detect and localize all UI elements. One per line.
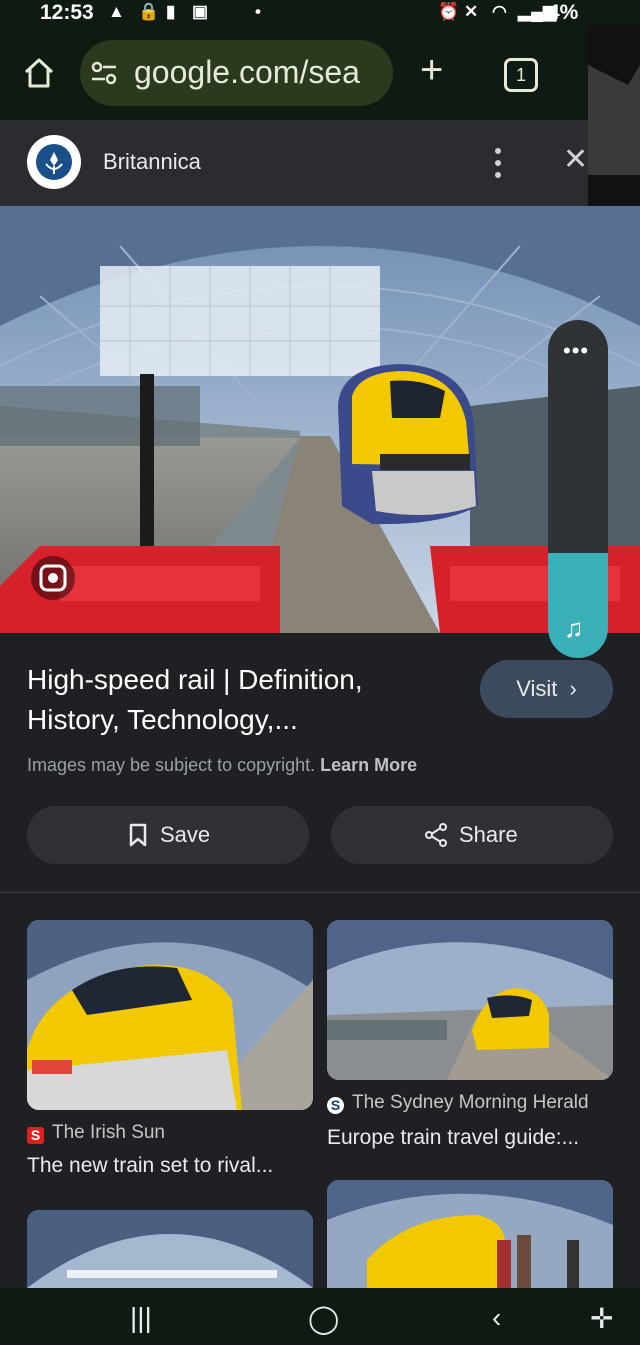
share-button[interactable]: Share xyxy=(331,806,613,864)
system-nav-bar: ||| ◯ ‹ ✛ xyxy=(0,1288,640,1345)
related-source: S The Sydney Morning Herald xyxy=(327,1092,589,1114)
figure-icon: ▮ xyxy=(166,2,176,21)
wifi-icon: ◠ xyxy=(492,2,507,21)
related-source-name: The Sydney Morning Herald xyxy=(352,1092,589,1113)
result-title[interactable]: High-speed rail | Definition, History, T… xyxy=(27,660,447,740)
related-image-card[interactable] xyxy=(27,1210,313,1288)
status-time: 12:53 xyxy=(40,1,94,24)
close-icon[interactable]: ✕ xyxy=(563,142,588,177)
new-tab-icon[interactable]: + xyxy=(420,50,443,90)
home-icon[interactable] xyxy=(22,56,56,90)
back-icon[interactable]: ‹ xyxy=(492,1302,501,1334)
result-image[interactable] xyxy=(0,206,640,633)
share-label: Share xyxy=(459,822,518,847)
related-image-card[interactable] xyxy=(327,1180,613,1288)
the-sun-logo-icon: S xyxy=(27,1127,44,1144)
related-image-card[interactable] xyxy=(27,920,313,1110)
volume-slider[interactable]: ••• ♫ xyxy=(548,320,608,658)
chevron-right-icon: › xyxy=(569,676,577,701)
music-note-icon: ♫ xyxy=(564,613,584,643)
visit-button[interactable]: Visit › xyxy=(480,660,613,718)
related-image-card[interactable] xyxy=(327,920,613,1080)
image-icon: ▣ xyxy=(192,2,209,21)
related-title[interactable]: The new train set to rival... xyxy=(27,1154,273,1178)
save-button[interactable]: Save xyxy=(27,806,309,864)
smh-logo-icon: S xyxy=(327,1097,344,1114)
britannica-logo xyxy=(27,135,81,189)
lens-search-icon[interactable] xyxy=(31,556,75,600)
tab-switcher-button[interactable]: 1 xyxy=(504,58,538,92)
source-header: Britannica ✕ xyxy=(0,120,640,206)
alarm-icon: ⏰ xyxy=(438,2,460,21)
lock-icon: 🔒 xyxy=(138,2,160,21)
recent-apps-icon[interactable]: ||| xyxy=(130,1302,152,1334)
volume-more-icon[interactable]: ••• xyxy=(563,338,589,364)
copyright-notice: Images may be subject to copyright. Lear… xyxy=(27,755,417,776)
bookmark-icon xyxy=(129,823,147,847)
alert-icon: ▲ xyxy=(108,2,125,21)
status-bar: 12:53 ▲ 🔒 ▮ ▣ • ⏰ ✕ ◠ ▂▄▆ 4% xyxy=(0,0,640,30)
dot-icon: • xyxy=(255,2,261,21)
related-source-name: The Irish Sun xyxy=(52,1122,165,1143)
accessibility-icon[interactable]: ✛ xyxy=(590,1302,613,1335)
copyright-text: Images may be subject to copyright. xyxy=(27,755,316,775)
save-label: Save xyxy=(160,822,211,847)
share-icon xyxy=(425,823,447,847)
battery-level: 4% xyxy=(548,1,579,24)
site-settings-icon[interactable] xyxy=(90,60,118,86)
browser-toolbar: google.com/sea + 1 xyxy=(0,30,640,120)
thistle-icon xyxy=(45,152,63,174)
related-source: S The Irish Sun xyxy=(27,1122,165,1144)
pip-video-overlay[interactable] xyxy=(588,25,640,220)
home-nav-icon[interactable]: ◯ xyxy=(308,1302,339,1335)
divider xyxy=(0,892,640,893)
url-text: google.com/sea xyxy=(134,54,360,90)
visit-label: Visit xyxy=(516,676,558,701)
mute-icon: ✕ xyxy=(464,2,479,21)
related-title[interactable]: Europe train travel guide:... xyxy=(327,1126,579,1150)
source-name: Britannica xyxy=(103,149,201,174)
address-bar[interactable]: google.com/sea xyxy=(80,40,393,106)
more-options-icon[interactable] xyxy=(486,146,510,180)
learn-more-link[interactable]: Learn More xyxy=(320,755,417,775)
